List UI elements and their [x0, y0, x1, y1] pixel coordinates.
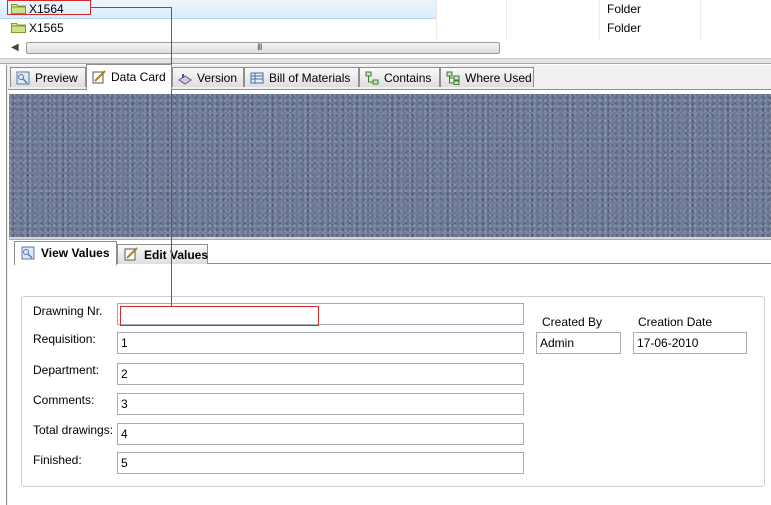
where-used-icon: [446, 71, 460, 85]
finished-field[interactable]: 5: [117, 452, 524, 474]
field-label-finished: Finished:: [33, 453, 82, 467]
bill-of-materials-icon: [250, 72, 264, 84]
tab-label: Data Card: [111, 70, 166, 84]
subtab-label: View Values: [41, 246, 110, 260]
subtab-label: Edit Values: [144, 248, 209, 262]
annotation-highlight-field: [120, 306, 319, 326]
tab-label: Version: [197, 71, 238, 85]
created-by-field[interactable]: Admin: [536, 332, 621, 354]
creation-date-field[interactable]: 17-06-2010: [633, 332, 747, 354]
requisition-field[interactable]: 1: [117, 332, 524, 354]
annotation-connector: [171, 7, 172, 306]
preview-icon: [16, 71, 30, 85]
horizontal-scrollbar[interactable]: ◀ III: [7, 41, 500, 56]
data-card-icon: [92, 70, 106, 84]
field-label-department: Department:: [33, 363, 100, 377]
annotation-connector: [91, 7, 171, 8]
scrollbar-thumb[interactable]: III: [26, 42, 500, 54]
tab-label: Preview: [35, 71, 78, 85]
contains-icon: [365, 71, 379, 85]
tab-view-values[interactable]: View Values: [14, 241, 117, 265]
scrollbar-grip: III: [257, 42, 262, 52]
field-label-requisition: Requisition:: [33, 332, 96, 346]
list-item[interactable]: X1565 Folder: [0, 19, 771, 38]
creation-date-label: Creation Date: [638, 315, 713, 329]
comments-field[interactable]: 3: [117, 393, 524, 415]
annotation-highlight-folder: [7, 0, 91, 15]
tab-bill-of-materials[interactable]: Bill of Materials: [244, 67, 359, 87]
folder-icon: [11, 23, 26, 33]
field-label-comments: Comments:: [33, 393, 95, 407]
file-type: Folder: [607, 21, 642, 35]
version-icon: [178, 74, 192, 85]
file-type: Folder: [607, 2, 642, 16]
tab-edit-values[interactable]: Edit Values: [117, 244, 208, 264]
field-label-drawing-nr: Drawning Nr.: [33, 304, 103, 318]
list-item[interactable]: X1564 Folder: [0, 0, 771, 19]
tab-contains[interactable]: Contains: [359, 67, 440, 87]
scroll-left-icon[interactable]: ◀: [11, 42, 19, 53]
preview-splitter[interactable]: [9, 237, 771, 240]
tab-data-card[interactable]: Data Card: [86, 64, 172, 90]
tab-where-used[interactable]: Where Used: [440, 67, 534, 87]
tab-label: Contains: [384, 71, 432, 85]
created-by-label: Created By: [542, 315, 603, 329]
view-values-icon: [21, 246, 35, 260]
department-field[interactable]: 2: [117, 363, 524, 385]
tab-preview[interactable]: Preview: [10, 67, 86, 87]
edit-values-icon: [124, 247, 138, 261]
tab-label: Bill of Materials: [269, 71, 351, 85]
tab-version[interactable]: Version: [172, 67, 244, 87]
file-name: X1565: [29, 21, 64, 35]
tab-label: Where Used: [465, 71, 532, 85]
preview-image: [9, 94, 771, 237]
field-label-total-drawings: Total drawings:: [33, 423, 114, 437]
total-drawings-field[interactable]: 4: [117, 423, 524, 445]
